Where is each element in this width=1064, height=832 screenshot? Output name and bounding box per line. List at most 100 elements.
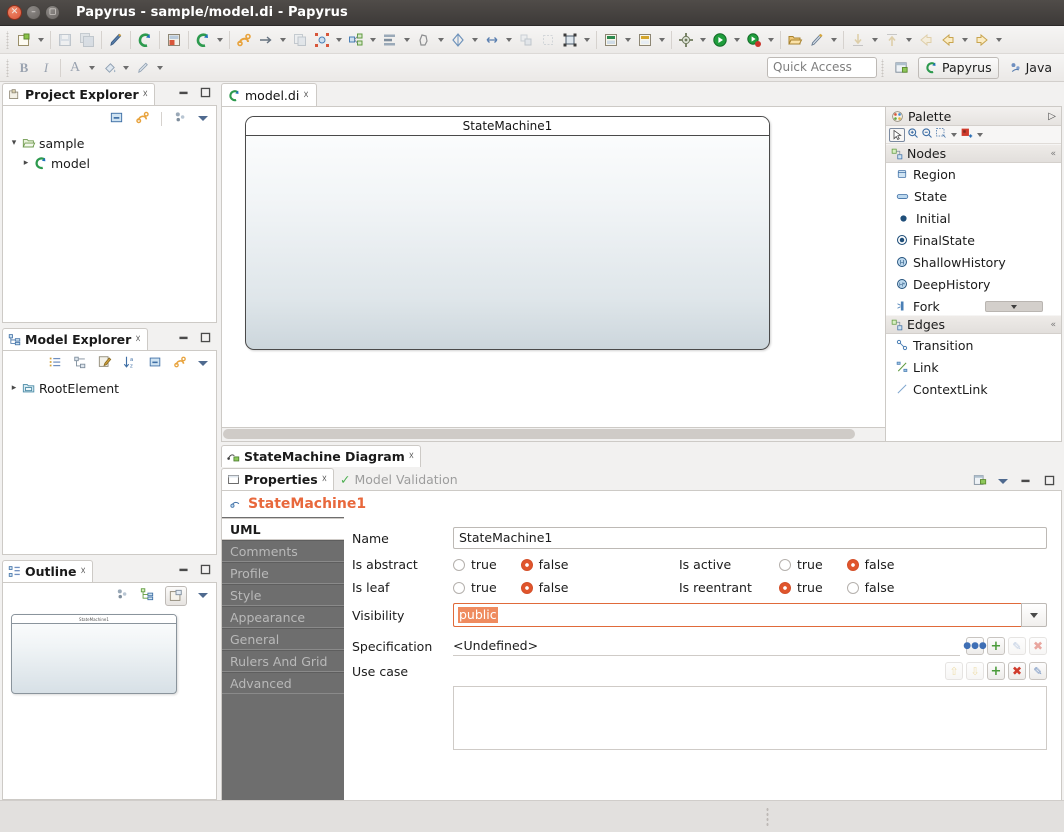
- pin-icon[interactable]: ▷: [1048, 111, 1056, 122]
- save-all-icon[interactable]: [76, 29, 98, 51]
- delete-button[interactable]: ✖: [1029, 637, 1047, 655]
- navigate-icon[interactable]: [233, 29, 255, 51]
- search-icon[interactable]: [806, 29, 828, 51]
- coverage-icon[interactable]: [743, 29, 765, 51]
- close-icon[interactable]: ☓: [409, 451, 414, 462]
- is-leaf-false-radio[interactable]: [520, 581, 533, 594]
- maximize-icon[interactable]: [1043, 474, 1056, 490]
- arrow-dropdown-arrow[interactable]: [277, 29, 289, 51]
- minimize-icon[interactable]: [177, 86, 190, 102]
- search-dropdown-arrow[interactable]: [828, 29, 840, 51]
- palette-item-finalstate[interactable]: FinalState: [886, 229, 1061, 251]
- expand-arrow-icon[interactable]: [9, 383, 19, 393]
- run-icon[interactable]: [709, 29, 731, 51]
- resize-icon[interactable]: [481, 29, 503, 51]
- status-bar-grip[interactable]: [766, 807, 770, 827]
- new-dropdown-arrow[interactable]: [35, 29, 47, 51]
- outline-thumbnail-area[interactable]: StateMachine1: [3, 608, 216, 799]
- toolbar-grip[interactable]: [5, 30, 10, 49]
- tab-model-explorer[interactable]: Model Explorer ☓: [2, 328, 148, 350]
- maximize-icon[interactable]: [199, 563, 212, 579]
- perspective-grip[interactable]: [880, 58, 886, 77]
- add-button[interactable]: +: [987, 637, 1005, 655]
- paint-icon[interactable]: [105, 29, 127, 51]
- redo-icon[interactable]: [192, 29, 214, 51]
- fill-color-icon[interactable]: [98, 57, 120, 79]
- select-icon[interactable]: [447, 29, 469, 51]
- previous-annotation-icon[interactable]: [881, 29, 903, 51]
- palette-item-region[interactable]: Region: [886, 163, 1061, 185]
- delete-button[interactable]: ✖: [1008, 662, 1026, 680]
- edit-icon[interactable]: [98, 355, 112, 372]
- marquee-tool-icon[interactable]: [935, 127, 947, 142]
- ptab-rulers-and-grid[interactable]: Rulers And Grid: [222, 650, 344, 672]
- zoom-in-tool-icon[interactable]: [907, 127, 919, 142]
- collapse-all-icon[interactable]: [109, 110, 124, 128]
- ptab-comments[interactable]: Comments: [222, 540, 344, 562]
- grid-icon[interactable]: [559, 29, 581, 51]
- view-menu-icon[interactable]: [998, 479, 1008, 484]
- coverage-dropdown-arrow[interactable]: [765, 29, 777, 51]
- select-tool-icon[interactable]: [889, 127, 905, 142]
- is-abstract-true-radio[interactable]: [453, 558, 465, 571]
- view-menu-filter-icon[interactable]: [115, 587, 129, 604]
- fill-color-dropdown-arrow[interactable]: [120, 57, 132, 79]
- arrow-icon[interactable]: [255, 29, 277, 51]
- new-diagram-dropdown-arrow[interactable]: [622, 29, 634, 51]
- list-icon[interactable]: [48, 355, 62, 372]
- is-active-false-radio[interactable]: [846, 558, 859, 571]
- ptab-advanced[interactable]: Advanced: [222, 672, 344, 694]
- palette-item-contextlink[interactable]: ContextLink: [886, 378, 1061, 400]
- distribute-dropdown-arrow[interactable]: [401, 29, 413, 51]
- back-dropdown-arrow[interactable]: [959, 29, 971, 51]
- arrange-icon[interactable]: [311, 29, 333, 51]
- diagram-canvas[interactable]: StateMachine1: [221, 106, 886, 428]
- tab-statemachine-diagram[interactable]: StateMachine Diagram ☓: [221, 445, 422, 467]
- palette-item-initial[interactable]: Initial: [886, 207, 1061, 229]
- align-dropdown-arrow[interactable]: [435, 29, 447, 51]
- scrollbar-thumb[interactable]: [223, 429, 855, 439]
- snapback-icon[interactable]: [515, 29, 537, 51]
- palette-drawer-edges[interactable]: Edges «: [886, 315, 1061, 334]
- maximize-button[interactable]: ◻: [45, 5, 60, 20]
- next-annotation-icon[interactable]: [847, 29, 869, 51]
- maximize-icon[interactable]: [199, 331, 212, 347]
- format-tool-icon[interactable]: [960, 127, 973, 143]
- resize-dropdown-arrow[interactable]: [503, 29, 515, 51]
- edit-button[interactable]: ✎: [1008, 637, 1026, 655]
- format-dropdown-arrow[interactable]: [975, 127, 984, 143]
- ptab-appearance[interactable]: Appearance: [222, 606, 344, 628]
- minimize-icon[interactable]: [1019, 474, 1032, 490]
- order-dropdown-arrow[interactable]: [367, 29, 379, 51]
- new-diagram-icon[interactable]: [600, 29, 622, 51]
- palette-item-transition[interactable]: Transition: [886, 334, 1061, 356]
- is-leaf-true-radio[interactable]: [453, 581, 465, 594]
- perspective-java[interactable]: Java: [1003, 57, 1058, 79]
- sort-icon[interactable]: az: [123, 355, 137, 372]
- forward-nav-icon[interactable]: [971, 29, 993, 51]
- grid-dropdown-arrow[interactable]: [581, 29, 593, 51]
- specification-value[interactable]: <Undefined>: [453, 636, 960, 656]
- forward-icon[interactable]: [937, 29, 959, 51]
- is-reentrant-false-radio[interactable]: [846, 581, 859, 594]
- open-type-icon[interactable]: [784, 29, 806, 51]
- visibility-dropdown-button[interactable]: [1021, 603, 1047, 627]
- view-menu-icon[interactable]: [198, 116, 208, 121]
- close-icon[interactable]: ☓: [303, 90, 308, 101]
- minimize-icon[interactable]: [177, 563, 190, 579]
- format-toolbar-grip[interactable]: [5, 58, 10, 77]
- is-abstract-false-radio[interactable]: [520, 558, 533, 571]
- ptab-style[interactable]: Style: [222, 584, 344, 606]
- palette-item-shallowhistory[interactable]: H ShallowHistory: [886, 251, 1061, 273]
- zoom-out-tool-icon[interactable]: [921, 127, 933, 142]
- fit-icon[interactable]: [537, 29, 559, 51]
- font-icon[interactable]: A: [64, 57, 86, 79]
- edit-button[interactable]: ✎: [1029, 662, 1047, 680]
- ptab-profile[interactable]: Profile: [222, 562, 344, 584]
- close-icon[interactable]: ☓: [135, 334, 140, 345]
- previous-annotation-dropdown-arrow[interactable]: [903, 29, 915, 51]
- redo-dropdown-arrow[interactable]: [214, 29, 226, 51]
- view-menu-filter-icon[interactable]: [173, 110, 187, 127]
- add-button[interactable]: +: [987, 662, 1005, 680]
- order-icon[interactable]: [345, 29, 367, 51]
